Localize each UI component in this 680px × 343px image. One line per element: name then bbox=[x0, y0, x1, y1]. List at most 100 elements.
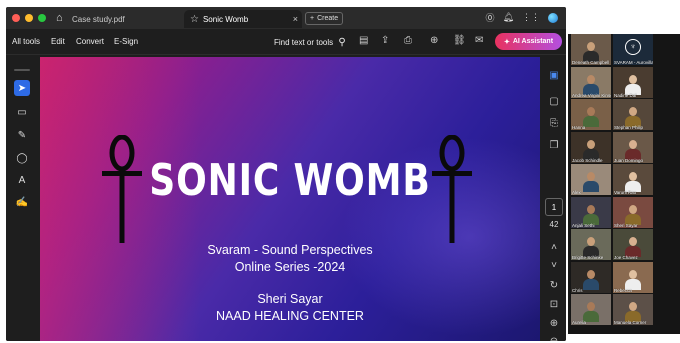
acrobat-window: ⌂ Case study.pdf ☆ Sonic Womb × + Create… bbox=[6, 7, 566, 341]
select-cursor-icon[interactable]: ➤ bbox=[14, 80, 30, 96]
avatar-body bbox=[583, 116, 599, 127]
participant-name: Aurelia bbox=[572, 320, 587, 325]
lasso-icon[interactable]: ◯ bbox=[14, 150, 30, 166]
participant-name: Andrea Virgini Kinscher bbox=[572, 92, 611, 98]
star-icon[interactable]: ☆ bbox=[190, 14, 199, 25]
search-icon: ⚲ bbox=[338, 37, 346, 48]
participant-avatar bbox=[625, 237, 641, 257]
current-page-input[interactable]: 1 bbox=[545, 198, 563, 216]
participant-name: Joe Chavez bbox=[614, 255, 638, 260]
participant-avatar bbox=[583, 269, 599, 290]
participant-tile[interactable]: Jacob Schindle bbox=[571, 131, 611, 163]
profile-avatar[interactable] bbox=[548, 12, 558, 23]
video-call-gallery: Deneath Campbell ♆ SVARAM - Aurovilla Inst… bbox=[568, 34, 680, 334]
participant-name: Alex bbox=[572, 190, 581, 195]
pen-icon[interactable]: ✎ bbox=[14, 127, 30, 143]
bell-icon[interactable]: 🔔︎ bbox=[503, 12, 514, 23]
ai-sparkle-icon: ✦ bbox=[503, 38, 510, 46]
comments-panel-icon[interactable]: ▢ bbox=[547, 94, 561, 108]
rotate-icon[interactable]: ↻ bbox=[547, 278, 561, 292]
window-controls bbox=[12, 14, 46, 22]
fit-page-icon[interactable]: ⊡ bbox=[547, 297, 561, 311]
avatar-body bbox=[583, 278, 599, 290]
participant-name: Varuni Rao bbox=[614, 190, 637, 195]
participant-avatar bbox=[625, 204, 641, 225]
participant-tile[interactable]: Anjali Sethi bbox=[571, 196, 611, 228]
participant-tile[interactable]: Aurelia bbox=[571, 294, 611, 325]
participant-tile[interactable]: Nadine Dal bbox=[613, 66, 653, 98]
link-icon[interactable]: ⛓ bbox=[453, 35, 466, 46]
participant-tile[interactable]: Joe Chavez bbox=[613, 229, 653, 260]
avatar-head bbox=[629, 237, 637, 246]
avatar-head bbox=[587, 42, 595, 51]
participant-tile[interactable]: Deneath Campbell bbox=[571, 34, 611, 65]
participant-avatar bbox=[583, 172, 599, 192]
participant-tile[interactable]: Rebecca bbox=[613, 261, 653, 293]
tab-case-study[interactable]: Case study.pdf bbox=[72, 10, 125, 28]
participant-tile[interactable]: Chris bbox=[571, 261, 611, 293]
close-tab-icon[interactable]: × bbox=[293, 14, 298, 24]
print-icon[interactable]: ⎙ bbox=[404, 35, 412, 46]
upload-cloud-icon[interactable]: ⇪ bbox=[381, 35, 389, 46]
avatar-head bbox=[587, 204, 595, 214]
participant-tile[interactable]: Sheri Sayar bbox=[613, 196, 653, 228]
menu-e-sign[interactable]: E-Sign bbox=[114, 37, 138, 46]
find-text-tools[interactable]: Find text or tools ⚲ bbox=[274, 37, 346, 48]
right-tool-rail: ▣ ▢ ⎘ ❐ 1 42 ˄ ˅ ↻ ⊡ ⊕ ⊖ bbox=[542, 56, 566, 341]
avatar-head bbox=[629, 269, 637, 279]
zoom-out-icon[interactable]: ⊖ bbox=[547, 334, 561, 342]
participant-tile[interactable]: Stephan Philip bbox=[613, 99, 653, 130]
print-preview-icon[interactable]: ▤ bbox=[359, 35, 368, 46]
participant-avatar bbox=[583, 237, 599, 257]
pdf-page-slide: SONIC WOMB Svaram - Sound Perspectives O… bbox=[40, 57, 540, 341]
participant-tile[interactable]: Brigitte Schinke bbox=[571, 229, 611, 260]
participant-avatar bbox=[583, 107, 599, 127]
create-button[interactable]: + Create bbox=[305, 12, 344, 25]
avatar-head bbox=[629, 139, 637, 149]
ai-assistant-button[interactable]: ✦ AI Assistant bbox=[495, 33, 562, 50]
participant-tile[interactable]: Varuni Rao bbox=[613, 164, 653, 195]
menu-all-tools[interactable]: All tools bbox=[12, 37, 40, 46]
participant-tile[interactable]: Andrea Virgini Kinscher bbox=[571, 66, 611, 98]
plus-icon: + bbox=[310, 15, 315, 22]
chevron-down-icon[interactable]: ˅ bbox=[547, 258, 561, 272]
home-icon[interactable]: ⌂ bbox=[56, 12, 63, 24]
chevron-up-icon[interactable]: ˄ bbox=[547, 240, 561, 254]
participant-name: Hanna bbox=[572, 125, 586, 130]
participant-tile[interactable]: Manuela Corner bbox=[613, 294, 653, 325]
participant-avatar bbox=[583, 42, 599, 62]
minimize-window-button[interactable] bbox=[25, 14, 33, 22]
email-icon[interactable]: ✉ bbox=[475, 35, 483, 46]
participant-tile[interactable]: Hanna bbox=[571, 99, 611, 130]
participant-tile[interactable]: Juan Domingo bbox=[613, 131, 653, 163]
page-thumbnails-icon[interactable]: ▣ bbox=[547, 68, 561, 82]
zoom-in-icon[interactable]: ⊕ bbox=[547, 316, 561, 330]
left-tool-rail: ➤ ▭ ✎ ◯ A ✍ bbox=[6, 56, 38, 341]
participant-tile[interactable]: ♆ SVARAM - Aurovilla Instrum. bbox=[613, 34, 653, 65]
zoom-search-icon[interactable]: ⊕ bbox=[430, 35, 438, 46]
participant-avatar bbox=[625, 269, 641, 290]
ankh-right-icon bbox=[432, 135, 472, 243]
menu-edit[interactable]: Edit bbox=[51, 37, 65, 46]
menu-convert[interactable]: Convert bbox=[76, 37, 104, 46]
participant-name: Rebecca bbox=[614, 287, 632, 293]
participant-name: Brigitte Schinke bbox=[572, 255, 604, 260]
close-window-button[interactable] bbox=[12, 14, 20, 22]
participant-name: Juan Domingo bbox=[614, 157, 644, 163]
help-icon[interactable]: ⓪ bbox=[486, 11, 495, 24]
copy-pages-icon[interactable]: ❐ bbox=[547, 138, 561, 152]
apps-grid-icon[interactable]: ⋮⋮ bbox=[522, 12, 540, 23]
avatar-head bbox=[587, 172, 595, 181]
rail-drag-handle[interactable] bbox=[14, 69, 30, 71]
bookmarks-icon[interactable]: ⎘ bbox=[547, 116, 561, 130]
avatar-head bbox=[629, 107, 637, 116]
participant-name: Deneath Campbell bbox=[572, 60, 610, 65]
text-box-icon[interactable]: A bbox=[14, 172, 30, 188]
tab-sonic-womb[interactable]: ☆ Sonic Womb × bbox=[184, 10, 302, 28]
participant-avatar bbox=[625, 139, 641, 160]
maximize-window-button[interactable] bbox=[38, 14, 46, 22]
signature-icon[interactable]: ✍ bbox=[14, 194, 30, 210]
participant-name: Sheri Sayar bbox=[614, 222, 638, 228]
comment-icon[interactable]: ▭ bbox=[14, 104, 30, 120]
participant-tile[interactable]: Alex bbox=[571, 164, 611, 195]
